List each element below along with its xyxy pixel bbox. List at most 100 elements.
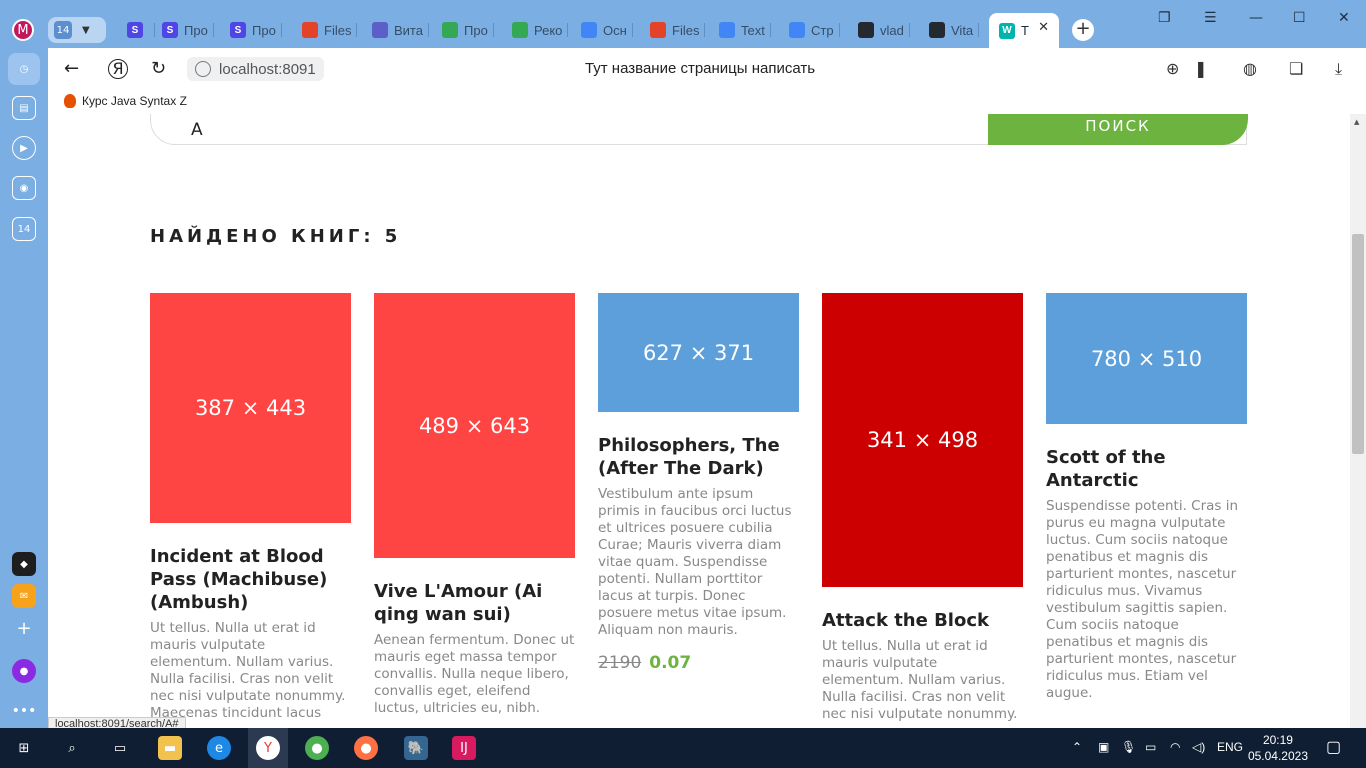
book-title[interactable]: Vive L'Amour (Ai qing wan sui) [374,580,575,626]
tab-label: Про [252,22,276,38]
book-cover[interactable]: 627 × 371 [598,293,799,412]
tab-separator [838,23,840,37]
book-cover[interactable]: 780 × 510 [1046,293,1247,424]
meet-icon[interactable]: ▣ [1098,740,1109,754]
tab[interactable]: Про [442,17,494,43]
book-card[interactable]: 489 × 643 Vive L'Amour (Ai qing wan sui) A… [374,293,575,717]
close-window-icon[interactable]: ✕ [1338,10,1350,26]
yandex-browser-icon[interactable]: Y [256,736,280,760]
language-indicator[interactable]: ENG [1217,740,1243,754]
tab-active[interactable]: W Т ✕ [989,13,1059,48]
scrollbar[interactable]: ▲ [1350,114,1366,728]
results-count-heading: НАЙДЕНО КНИГ: 5 [150,226,402,247]
chevron-down-icon: ▼ [82,24,90,36]
page-title: Тут название страницы написать [584,60,816,77]
book-title[interactable]: Philosophers, The (After The Dark) [598,434,799,480]
edge-icon[interactable]: e [207,736,231,760]
intellij-icon[interactable]: IJ [452,736,476,760]
add-panel-icon[interactable]: + [12,616,36,640]
tab-separator [567,23,569,37]
tab-separator [631,23,633,37]
book-cover[interactable]: 387 × 443 [150,293,351,523]
book-card[interactable]: 627 × 371 Philosophers, The (After The Da… [598,293,799,673]
search-button[interactable]: ПОИСК [988,114,1248,145]
calendar-icon[interactable]: 14 [12,217,36,241]
collections-icon[interactable]: ❐ [1158,10,1171,26]
maximize-icon[interactable]: ☐ [1293,10,1306,26]
translate-icon[interactable]: ◍ [1243,59,1257,78]
book-title[interactable]: Incident at Blood Pass (Machibuse) (Ambu… [150,545,351,614]
tab[interactable]: Text [719,17,771,43]
tab-label: Files [672,22,700,38]
tab-group-count: 14 [54,21,72,39]
tab[interactable]: Вита [372,17,429,43]
postgres-icon[interactable]: 🐘 [404,736,428,760]
tab-strip: M 14 ▼ S S Про S Про Files Вита Про Реко Осн Files… [0,0,1366,48]
extensions-icon[interactable]: ❏ [1289,59,1303,78]
tab-favicon [858,22,874,38]
book-title[interactable]: Scott of the Antarctic [1046,446,1247,492]
tab[interactable]: Files [302,17,358,43]
download-icon[interactable]: ⤓ [1335,59,1342,79]
bookmark-icon[interactable]: ❚ [1194,59,1207,78]
alice-icon[interactable]: ● [12,659,36,683]
volume-icon[interactable]: ◁) [1192,740,1205,754]
clock[interactable]: 20:19 05.04.2023 [1248,732,1308,764]
start-icon[interactable]: ⊞ [12,736,36,760]
book-card[interactable]: 387 × 443 Incident at Blood Pass (Machibu… [150,293,351,722]
book-card[interactable]: 341 × 498 Attack the Block Ut tellus. Null… [822,293,1023,723]
new-tab-button[interactable]: + [1072,19,1094,41]
tab[interactable]: Реко [512,17,569,43]
tab[interactable]: vlad [858,17,910,43]
search-input[interactable] [151,114,987,145]
video-icon[interactable]: ▶ [12,136,36,160]
menu-icon[interactable]: ☰ [1204,10,1217,26]
bookmark-item[interactable]: Курс Java Syntax Z [64,94,187,108]
firefox-icon[interactable]: ● [354,736,378,760]
book-card[interactable]: 780 × 510 Scott of the Antarctic Suspendis… [1046,293,1247,702]
battery-icon[interactable]: ▭ [1145,740,1156,754]
tab-favicon: W [999,22,1015,39]
scrollbar-thumb[interactable] [1352,234,1364,454]
more-icon[interactable]: ••• [12,699,37,723]
close-icon[interactable]: ✕ [1038,19,1049,35]
page-content: ПОИСК НАЙДЕНО КНИГ: 5 387 × 443 Incident … [48,114,1350,728]
notifications-icon[interactable]: ▢ [1326,737,1341,757]
tray-expand-icon[interactable]: ⌃ [1072,740,1082,754]
scroll-up-icon[interactable]: ▲ [1354,118,1359,126]
tab-favicon [512,22,528,38]
tab[interactable]: Стр [789,17,840,43]
wifi-icon[interactable]: ◠ [1170,740,1180,754]
zoom-icon[interactable]: ⊕ [1166,59,1179,78]
tab[interactable]: Осн [581,17,633,43]
clock-date: 05.04.2023 [1247,749,1308,763]
figma-icon[interactable]: ◆ [12,552,36,576]
tab[interactable]: S [127,17,155,43]
book-description: Suspendisse potenti. Cras in purus eu ma… [1046,498,1239,701]
tab-favicon [442,22,458,38]
tab-label: Вита [394,22,423,38]
tab[interactable]: S Про [162,17,214,43]
mail-icon[interactable]: ✉ [12,584,36,608]
search-icon[interactable]: ⌕ [60,736,84,760]
mic-icon[interactable]: 🎙 [1121,740,1136,754]
book-cover[interactable]: 489 × 643 [374,293,575,558]
minimize-icon[interactable]: — [1249,10,1263,26]
tab[interactable]: Files [650,17,706,43]
price-row: 2190 0.07 [598,653,799,673]
book-cover[interactable]: 341 × 498 [822,293,1023,587]
tab[interactable]: S Про [230,17,282,43]
chrome-icon[interactable]: ● [305,736,329,760]
profile-avatar[interactable]: M [12,19,34,41]
address-bar: ← Я ↻ localhost:8091 Тут название страни… [48,48,1366,90]
screenshot-icon[interactable]: ◉ [12,176,36,200]
task-view-icon[interactable]: ▭ [108,736,132,760]
book-title[interactable]: Attack the Block [822,609,1023,632]
history-icon[interactable]: ◷ [8,53,40,85]
collections-icon[interactable]: ▤ [12,96,36,120]
tab[interactable]: Vita [929,17,980,43]
tab-group-button[interactable]: 14 ▼ [48,17,106,43]
explorer-icon[interactable]: ▬ [158,736,182,760]
tab-label: Т [1021,23,1029,38]
tab-favicon: S [127,22,143,38]
